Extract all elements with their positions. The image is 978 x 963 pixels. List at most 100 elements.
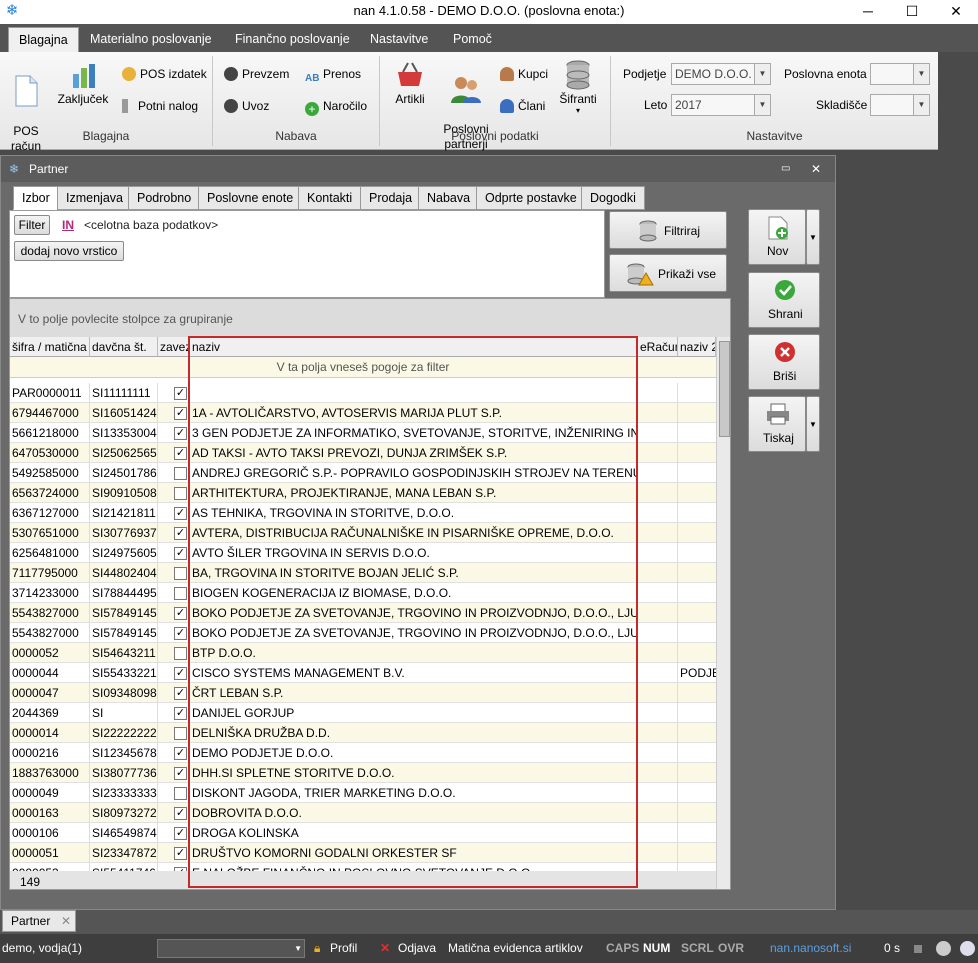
zavezanec-checkbox[interactable] xyxy=(174,487,187,500)
zavezanec-checkbox[interactable] xyxy=(174,787,187,800)
site-link[interactable]: nan.nanosoft.si xyxy=(770,934,851,963)
menu-tab-nastavitve[interactable]: Nastavitve xyxy=(360,27,438,52)
poslovna-enota-select[interactable]: ▼ xyxy=(870,63,930,85)
filter-value[interactable]: <celotna baza podatkov> xyxy=(84,218,218,232)
sifranti-button[interactable]: Šifranti ▾ xyxy=(558,60,598,115)
nov-dropdown-icon[interactable]: ▼ xyxy=(806,209,820,265)
prevzem-button[interactable]: Prevzem xyxy=(224,64,289,84)
zavezanec-checkbox[interactable] xyxy=(174,727,187,740)
bar-chart-icon xyxy=(73,64,95,88)
minimize-button[interactable]: ─ xyxy=(846,0,890,24)
skladisce-select[interactable]: ▼ xyxy=(870,94,930,116)
scrollbar-thumb[interactable] xyxy=(719,341,730,437)
close-window-button[interactable]: ✕ xyxy=(934,0,978,24)
odjava-button[interactable]: Odjava xyxy=(398,934,436,963)
zavezanec-checkbox[interactable]: ✓ xyxy=(174,627,187,640)
zavezanec-checkbox[interactable]: ✓ xyxy=(174,807,187,820)
status-light-icon xyxy=(960,941,975,956)
cell-davcna: SI24975605 xyxy=(92,543,158,563)
potni-nalog-button[interactable]: Potni nalog xyxy=(122,96,198,116)
tab-dogodki[interactable]: Dogodki xyxy=(581,186,645,210)
column-header-naziv2[interactable]: naziv 2 xyxy=(678,337,716,357)
tab-odprte-postavke[interactable]: Odprte postavke xyxy=(476,186,586,210)
zavezanec-checkbox[interactable]: ✓ xyxy=(174,547,187,560)
zavezanec-checkbox[interactable] xyxy=(174,647,187,660)
column-header-sifra[interactable]: šifra / matična xyxy=(10,337,90,357)
logout-icon: ✕ xyxy=(380,941,391,955)
artikli-button[interactable]: Artikli xyxy=(390,60,430,107)
filter-button[interactable]: Filter xyxy=(14,215,50,235)
pin-icon xyxy=(122,99,128,113)
doc-tab-partner[interactable]: Partner ✕ xyxy=(2,910,76,932)
cell-naziv2 xyxy=(680,403,716,423)
add-row-button[interactable]: dodaj novo vrstico xyxy=(14,241,124,261)
column-header-eracun[interactable]: eRačun xyxy=(638,337,678,357)
close-tab-icon[interactable]: ✕ xyxy=(61,911,71,931)
tab-prodaja[interactable]: Prodaja xyxy=(360,186,422,210)
kupci-button[interactable]: Kupci xyxy=(500,64,548,84)
zavezanec-checkbox[interactable]: ✓ xyxy=(174,607,187,620)
menu-tab-financno[interactable]: Finančno poslovanje xyxy=(225,27,360,52)
tab-poslovne-enote[interactable]: Poslovne enote xyxy=(198,186,303,210)
ribbon: POS račun Zaključek POS izdatek Potni na… xyxy=(0,52,938,153)
zavezanec-checkbox[interactable]: ✓ xyxy=(174,527,187,540)
zavezanec-checkbox[interactable]: ✓ xyxy=(174,747,187,760)
status-combo[interactable]: ▼ xyxy=(157,939,305,958)
zavezanec-checkbox[interactable]: ✓ xyxy=(174,847,187,860)
poslovna-enota-label: Poslovna enota xyxy=(784,67,867,81)
tab-izbor[interactable]: Izbor xyxy=(13,186,59,210)
column-header-zavez[interactable]: zavez xyxy=(158,337,190,357)
tiskaj-dropdown-icon[interactable]: ▼ xyxy=(806,396,820,452)
zavezanec-checkbox[interactable]: ✓ xyxy=(174,507,187,520)
maximize-button[interactable]: ☐ xyxy=(890,0,934,24)
tiskaj-button[interactable]: Tiskaj xyxy=(748,396,806,452)
menu-tab-materialno[interactable]: Materialno poslovanje xyxy=(80,27,222,52)
prenos-button[interactable]: AB Prenos xyxy=(305,64,361,84)
podjetje-select[interactable]: DEMO D.O.O. ▼ xyxy=(671,63,771,85)
zavezanec-checkbox[interactable]: ✓ xyxy=(174,667,187,680)
profil-button[interactable]: Profil xyxy=(330,934,357,963)
filter-operator[interactable]: IN xyxy=(62,218,74,232)
uvoz-button[interactable]: Uvoz xyxy=(224,96,269,116)
zavezanec-checkbox[interactable]: ✓ xyxy=(174,707,187,720)
filtriraj-button[interactable]: Filtriraj xyxy=(609,211,727,249)
cell-naziv2 xyxy=(680,463,716,483)
nov-button[interactable]: Nov xyxy=(748,209,806,265)
tab-izmenjava[interactable]: Izmenjava xyxy=(57,186,132,210)
zavezanec-checkbox[interactable] xyxy=(174,467,187,480)
shrani-button[interactable]: Shrani xyxy=(748,272,820,328)
zavezanec-checkbox[interactable] xyxy=(174,587,187,600)
cell-eracun xyxy=(638,823,678,843)
zavezanec-checkbox[interactable]: ✓ xyxy=(174,407,187,420)
restore-window-icon[interactable]: ▭ xyxy=(781,156,790,182)
tab-nabava[interactable]: Nabava xyxy=(418,186,480,210)
tab-podrobno[interactable]: Podrobno xyxy=(128,186,201,210)
num-indicator: NUM xyxy=(643,941,671,955)
cell-sifra: 0000216 xyxy=(12,743,90,763)
leto-select[interactable]: 2017 ▼ xyxy=(671,94,771,116)
pos-izdatek-button[interactable]: POS izdatek xyxy=(122,64,207,84)
prikazi-vse-button[interactable]: Prikaži vse xyxy=(609,254,727,292)
close-partner-icon[interactable]: ✕ xyxy=(811,156,821,182)
zavezanec-checkbox[interactable]: ✓ xyxy=(174,687,187,700)
narocilo-button[interactable]: + Naročilo xyxy=(305,96,367,116)
brisi-button[interactable]: Briši xyxy=(748,334,820,390)
menu-tab-blagajna[interactable]: Blagajna xyxy=(8,27,79,52)
grouping-panel[interactable]: V to polje povlecite stolpce za grupiran… xyxy=(10,299,730,337)
zavezanec-checkbox[interactable]: ✓ xyxy=(174,827,187,840)
cell-davcna: SI xyxy=(92,703,158,723)
zavezanec-checkbox[interactable]: ✓ xyxy=(174,427,187,440)
zavezanec-checkbox[interactable]: ✓ xyxy=(174,447,187,460)
zakljucek-button[interactable]: Zaključek xyxy=(56,60,110,107)
clani-button[interactable]: Člani xyxy=(500,96,545,116)
zavezanec-checkbox[interactable] xyxy=(174,567,187,580)
cell-sifra: 0000047 xyxy=(12,683,90,703)
tab-kontakti[interactable]: Kontakti xyxy=(298,186,362,210)
menu-tab-pomoc[interactable]: Pomoč xyxy=(443,27,502,52)
column-header-davcna[interactable]: davčna št. xyxy=(90,337,158,357)
zavezanec-checkbox[interactable]: ✓ xyxy=(174,387,187,400)
vertical-scrollbar[interactable] xyxy=(716,337,730,889)
scrl-indicator: SCRL xyxy=(681,941,714,955)
zavezanec-checkbox[interactable]: ✓ xyxy=(174,767,187,780)
cell-sifra: 6794467000 xyxy=(12,403,90,423)
